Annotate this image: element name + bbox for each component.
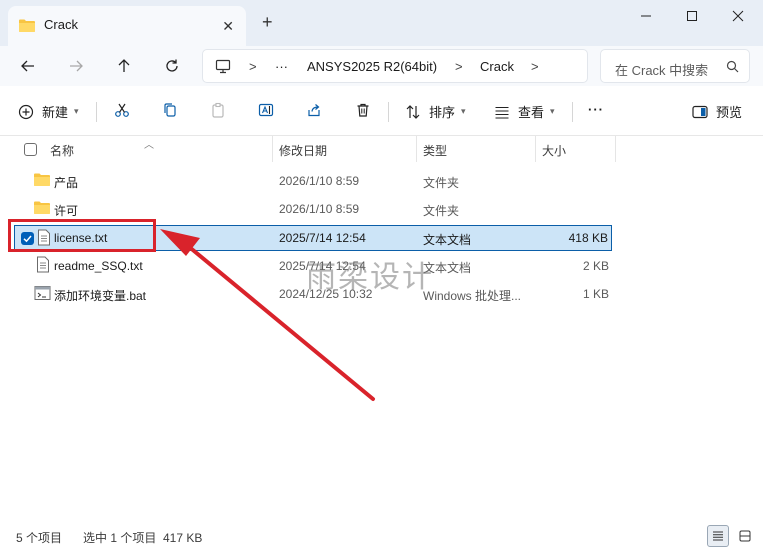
selection-info: 选中 1 个项目 417 KB (83, 531, 203, 545)
tiles-view-icon (739, 530, 751, 542)
item-count: 5 个项目 (16, 531, 63, 545)
details-view-button[interactable] (707, 525, 729, 547)
tiles-view-button[interactable] (734, 525, 756, 547)
watermark: 雨梁设计 (306, 260, 434, 295)
details-view-icon (713, 531, 723, 541)
status-bar: 5 个项目 选中 1 个项目 417 KB (0, 522, 763, 550)
